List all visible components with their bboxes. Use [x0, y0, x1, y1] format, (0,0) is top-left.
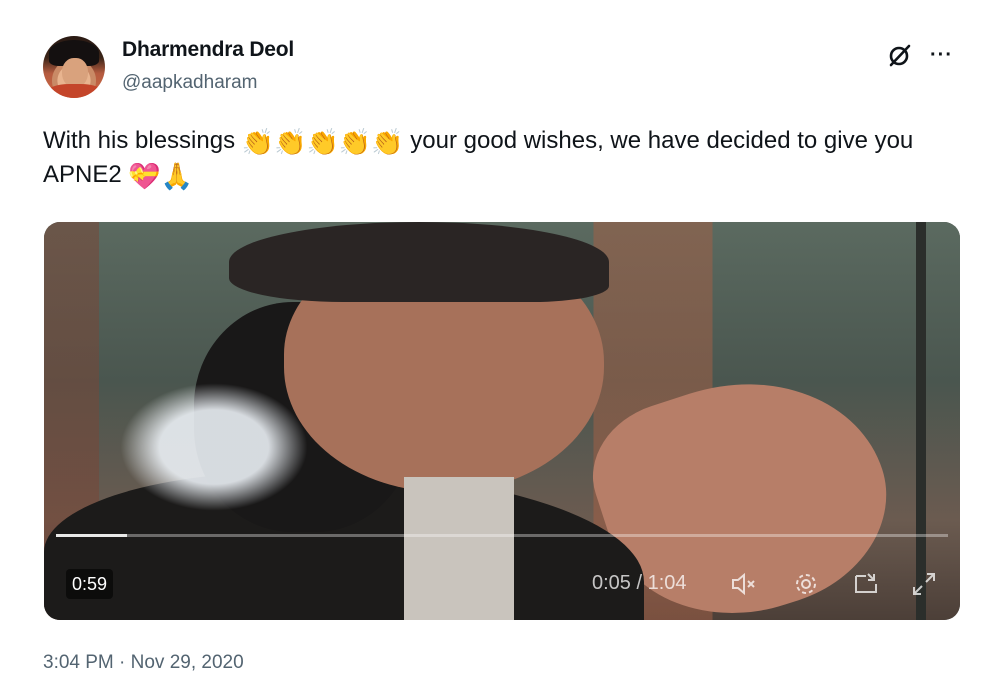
avatar[interactable]: [43, 36, 105, 98]
author-display-name[interactable]: Dharmendra Deol: [122, 38, 294, 62]
video-duration-badge: 0:59: [66, 569, 114, 599]
clap-emoji-icon: 👏: [241, 128, 275, 158]
avatar-shirt: [47, 84, 103, 98]
tweet-timestamp[interactable]: 3:04 PM · Nov 29, 2020: [43, 652, 244, 674]
video-progress-fill: [56, 534, 128, 537]
fullscreen-icon[interactable]: [910, 570, 938, 598]
clap-emoji-icon: 👏: [338, 128, 372, 158]
tweet: Dharmendra Deol @aapkadharam ··· With hi…: [0, 0, 984, 693]
grok-icon[interactable]: [887, 42, 913, 68]
heart-gift-emoji-icon: 💝: [128, 162, 161, 192]
mute-icon[interactable]: [729, 570, 757, 598]
folded-hands-emoji-icon: 🙏: [160, 162, 194, 192]
tweet-text: With his blessings 👏👏👏👏👏 your good wishe…: [43, 124, 963, 192]
clap-emoji-icon: 👏: [274, 128, 307, 158]
video-progress-bar[interactable]: [56, 534, 948, 537]
tweet-text-part1: With his blessings: [43, 127, 236, 154]
video-player[interactable]: 0:59 0:05 / 1:04: [44, 222, 960, 620]
picture-in-picture-icon[interactable]: [852, 570, 880, 598]
clap-emoji-icon: 👏: [306, 128, 339, 158]
video-hair: [229, 222, 609, 302]
settings-icon[interactable]: [792, 570, 820, 598]
more-options-icon[interactable]: ···: [930, 44, 953, 67]
clap-emoji-icon: 👏: [371, 128, 404, 158]
video-time-readout: 0:05 / 1:04: [592, 572, 687, 594]
video-shirt: [404, 477, 514, 620]
video-background-pole: [916, 222, 926, 620]
author-handle[interactable]: @aapkadharam: [122, 72, 257, 94]
